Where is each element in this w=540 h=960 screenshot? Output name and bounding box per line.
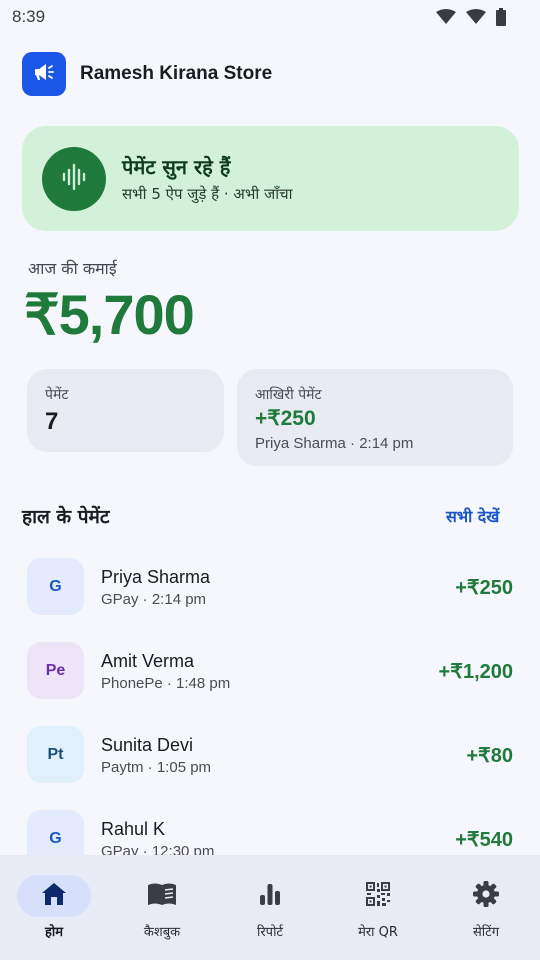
status-icons (436, 8, 506, 26)
bottom-nav: होम कैशबुक रिपोर्ट मेरा QR सेटिंग (0, 855, 540, 960)
earnings-label: आज की कमाई (28, 259, 117, 278)
nav-home-indicator (17, 875, 91, 917)
payments-count-label: पेमेंट (45, 387, 69, 403)
payment-amount: +₹540 (455, 829, 513, 851)
payment-row[interactable]: Pe Amit Verma PhonePe · 1:48 pm +₹1,200 (0, 634, 540, 718)
nav-settings-indicator (449, 875, 523, 917)
status-time: 8:39 (12, 7, 46, 26)
qr-code-icon (365, 881, 391, 911)
payer-name: Sunita Devi (101, 735, 194, 755)
last-payment-amount: +₹250 (255, 407, 316, 430)
listening-title: पेमेंट सुन रहे हैं (122, 155, 231, 179)
recent-payments-title: हाल के पेमेंट (22, 506, 110, 528)
payment-meta: GPay · 12:30 pm (101, 843, 215, 855)
battery-icon (496, 8, 506, 26)
last-payment-card[interactable]: आखिरी पेमेंट +₹250 Priya Sharma · 2:14 p… (237, 369, 513, 466)
store-name: Ramesh Kirana Store (80, 63, 273, 84)
soundwave-icon (59, 162, 89, 196)
listening-text: पेमेंट सुन रहे हैं सभी 5 ऐप जुड़े हैं · … (122, 153, 293, 204)
nav-report[interactable]: रिपोर्ट (222, 875, 318, 960)
recent-payments-list[interactable]: G Priya Sharma GPay · 2:14 pm +₹250 Pe A… (0, 550, 540, 855)
nav-my-qr[interactable]: मेरा QR (330, 875, 426, 960)
payment-meta: Paytm · 1:05 pm (101, 759, 212, 776)
wifi-icon (466, 9, 486, 25)
nav-report-indicator (233, 875, 307, 917)
payment-meta: GPay · 2:14 pm (101, 591, 207, 608)
payment-amount: +₹250 (455, 577, 513, 599)
earnings-amount: ₹5,700 (24, 283, 195, 346)
see-all-link[interactable]: सभी देखें (446, 505, 499, 527)
nav-cashbook-label: कैशबुक (143, 925, 181, 940)
payment-amount: +₹1,200 (438, 661, 513, 683)
wifi-icon (436, 9, 456, 25)
payer-name: Rahul K (101, 819, 166, 839)
nav-home-label: होम (44, 925, 64, 940)
payer-name: Amit Verma (101, 651, 195, 671)
payment-row[interactable]: Pt Sunita Devi Paytm · 1:05 pm +₹80 (0, 718, 540, 802)
last-payment-label: आखिरी पेमेंट (255, 387, 322, 403)
nav-my-qr-label: मेरा QR (358, 925, 398, 940)
listening-status-card[interactable]: पेमेंट सुन रहे हैं सभी 5 ऐप जुड़े हैं · … (22, 126, 519, 231)
payments-count-value: 7 (45, 408, 59, 435)
nav-report-label: रिपोर्ट (257, 925, 283, 940)
home-icon (41, 882, 67, 910)
bar-chart-icon (258, 882, 282, 910)
nav-settings[interactable]: सेटिंग (438, 875, 534, 960)
listening-subtitle: सभी 5 ऐप जुड़े हैं · अभी जाँचा (122, 185, 293, 203)
nav-cashbook-indicator (125, 875, 199, 917)
payment-amount: +₹80 (466, 745, 513, 767)
payment-row[interactable]: G Rahul K GPay · 12:30 pm +₹540 (0, 802, 540, 855)
nav-settings-label: सेटिंग (472, 925, 500, 940)
payment-avatar: G (27, 810, 84, 855)
nav-cashbook[interactable]: कैशबुक (114, 875, 210, 960)
nav-home[interactable]: होम (6, 875, 102, 960)
payment-avatar: G (27, 558, 84, 615)
payment-row[interactable]: G Priya Sharma GPay · 2:14 pm +₹250 (0, 550, 540, 634)
nav-my-qr-indicator (341, 875, 415, 917)
megaphone-icon (32, 62, 56, 86)
book-icon (147, 882, 177, 910)
payer-name: Priya Sharma (101, 567, 211, 587)
payments-count-card[interactable]: पेमेंट 7 (27, 369, 224, 452)
gear-icon (472, 880, 500, 912)
payment-avatar: Pe (27, 642, 84, 699)
payment-avatar: Pt (27, 726, 84, 783)
app-header: Ramesh Kirana Store (22, 52, 272, 96)
store-logo (22, 52, 66, 96)
payment-meta: PhonePe · 1:48 pm (101, 675, 231, 692)
last-payment-meta: Priya Sharma · 2:14 pm (255, 435, 414, 452)
status-bar: 8:39 (0, 0, 540, 34)
listening-indicator (42, 146, 106, 211)
